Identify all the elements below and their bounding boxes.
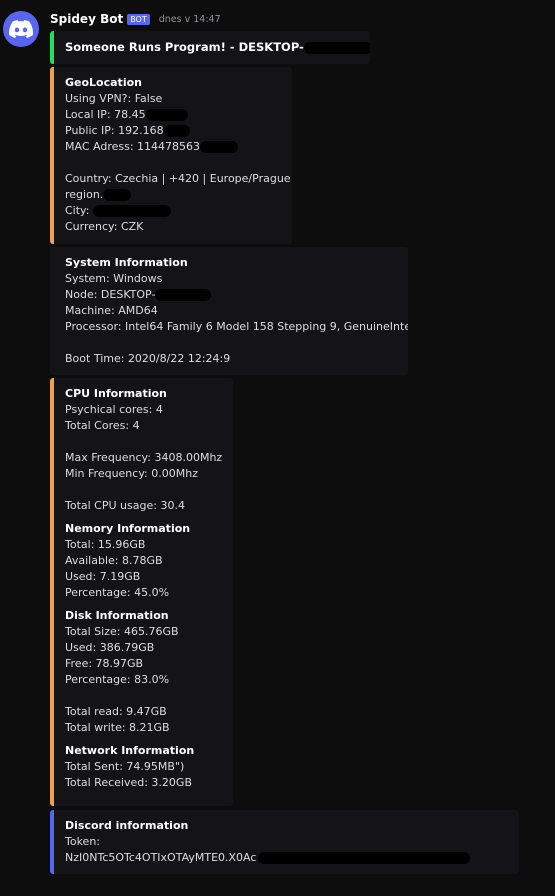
redacted-local-ip <box>145 109 188 121</box>
network-title: Network Information <box>65 744 195 757</box>
discord-title: Discord information <box>65 819 189 832</box>
public-ip: Public IP: 192.168 <box>65 123 292 139</box>
disk-title: Disk Information <box>65 609 169 622</box>
geolocation-title: GeoLocation <box>65 76 142 89</box>
currency: Currency: CZK <box>65 220 144 233</box>
network-sent: Total Sent: 74.95MB") <box>65 760 185 773</box>
disk-used: Used: 386.79GB <box>65 641 155 654</box>
memory-title: Nemory Information <box>65 522 191 535</box>
using-vpn: Using VPN?: False <box>65 92 163 105</box>
timestamp: dnes v 14:47 <box>158 13 221 25</box>
discord-logo-icon <box>9 20 33 38</box>
bot-badge: BOT <box>127 13 150 25</box>
redacted-public-ip <box>163 125 190 137</box>
disk-free: Free: 78.97GB <box>65 657 144 670</box>
city: City: <box>65 203 292 219</box>
system-processor: Processor: Intel64 Family 6 Model 158 St… <box>65 320 408 333</box>
memory-available: Available: 8.78GB <box>65 554 163 567</box>
memory-percentage: Percentage: 45.0% <box>65 586 170 599</box>
cpu-min-frequency: Min Frequency: 0.00Mhz <box>65 467 198 480</box>
memory-used: Used: 7.19GB <box>65 570 141 583</box>
disk-total-write: Total write: 8.21GB <box>65 721 170 734</box>
disk-total-read: Total read: 9.47GB <box>65 705 167 718</box>
redacted-node <box>155 289 212 301</box>
token-value: NzI0NTc5OTc4OTIxOTAyMTE0.X0Ac <box>65 850 519 866</box>
local-ip: Local IP: 78.45 <box>65 107 292 123</box>
memory-total: Total: 15.96GB <box>65 538 146 551</box>
message-header: Spidey Bot BOT dnes v 14:47 <box>50 11 221 27</box>
network-received: Total Received: 3.20GB <box>65 776 192 789</box>
disk-percentage: Percentage: 83.0% <box>65 673 170 686</box>
bot-avatar[interactable] <box>3 11 39 47</box>
cpu-total-cores: Total Cores: 4 <box>65 419 140 432</box>
region: region. <box>65 187 292 203</box>
redacted-hostname <box>303 41 370 54</box>
system-boot-time: Boot Time: 2020/8/22 12:24:9 <box>65 352 231 365</box>
redacted-city <box>93 205 172 217</box>
cpu-physical-cores: Psychical cores: 4 <box>65 403 163 416</box>
system-title: System Information <box>65 256 188 269</box>
redacted-token <box>258 852 471 864</box>
embed-title-card: Someone Runs Program! - DESKTOP- <box>50 31 370 64</box>
embed-geolocation: GeoLocation Using VPN?: False Local IP: … <box>50 67 292 244</box>
embed-title: Someone Runs Program! - DESKTOP- <box>65 39 370 55</box>
cpu-max-frequency: Max Frequency: 3408.00Mhz <box>65 451 223 464</box>
system-node: Node: DESKTOP- <box>65 287 408 303</box>
redacted-region <box>103 189 132 201</box>
embed-system-info: System Information System: Windows Node:… <box>50 247 408 375</box>
redacted-mac <box>200 141 239 153</box>
system-os: System: Windows <box>65 272 163 285</box>
country: Country: Czechia | +420 | Europe/Prague <box>65 172 291 185</box>
token-label: Token: <box>65 835 101 848</box>
cpu-usage: Total CPU usage: 30.4 <box>65 499 185 512</box>
system-machine: Machine: AMD64 <box>65 304 158 317</box>
embed-discord-info: Discord information Token: NzI0NTc5OTc4O… <box>50 810 519 874</box>
mac-address: MAC Adress: 114478563 <box>65 139 292 155</box>
disk-total-size: Total Size: 465.76GB <box>65 625 179 638</box>
embed-hardware-info: CPU Information Psychical cores: 4 Total… <box>50 378 233 806</box>
username[interactable]: Spidey Bot <box>50 12 123 26</box>
cpu-title: CPU Information <box>65 387 167 400</box>
